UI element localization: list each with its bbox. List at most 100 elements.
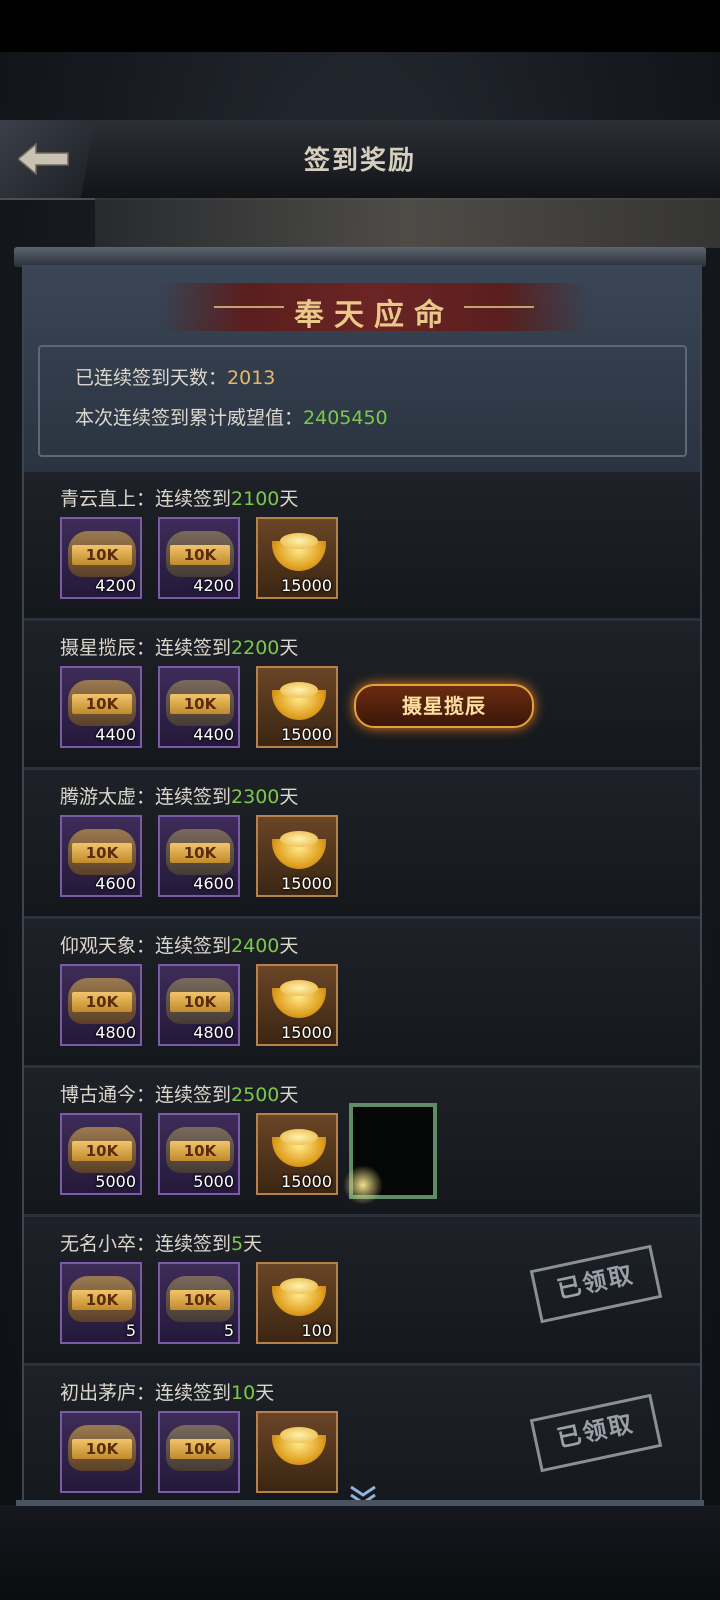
reward-item-bag[interactable]: 10K 4600 [158, 815, 240, 897]
item-tag: 10K [170, 545, 230, 565]
reward-item-ingot[interactable]: 15000 [256, 666, 338, 748]
reward-item-ingot[interactable] [256, 1411, 338, 1493]
reward-item-bag[interactable]: 10K 4400 [60, 666, 142, 748]
item-tag: 10K [170, 843, 230, 863]
reward-item-bag[interactable]: 10K 4800 [158, 964, 240, 1046]
item-quantity: 5 [223, 1321, 234, 1340]
item-tag: 10K [72, 1290, 132, 1310]
days-value: 2013 [227, 367, 276, 389]
ingot-top [280, 682, 318, 698]
reward-panel: 奉天应命 已连续签到天数：2013 本次连续签到累计威望值：2405450 青云… [22, 265, 702, 1505]
item-quantity: 5000 [95, 1172, 136, 1191]
item-quantity: 4200 [193, 576, 234, 595]
row-unit: 天 [279, 786, 299, 808]
ingot-top [280, 1427, 318, 1443]
reward-item-ingot[interactable]: 15000 [256, 964, 338, 1046]
reward-item-bag[interactable]: 10K [158, 1411, 240, 1493]
background-bottom [0, 1505, 720, 1600]
scroll-down-icon[interactable] [348, 1484, 378, 1512]
title-badge[interactable]: 摄星揽辰 [354, 684, 534, 728]
reward-item-bag[interactable]: 10K 5000 [60, 1113, 142, 1195]
row-days: 10 [231, 1382, 256, 1404]
row-title: 腾游太虚：连续签到2300天 [60, 782, 298, 809]
item-tag: 10K [170, 1290, 230, 1310]
reward-row: 摄星揽辰：连续签到2200天 10K 4400 10K 4400 15000 摄星揽… [24, 621, 700, 770]
row-unit: 天 [279, 488, 299, 510]
panel-top-frame [14, 247, 706, 267]
item-quantity: 4600 [95, 874, 136, 893]
item-quantity: 4800 [193, 1023, 234, 1042]
row-title: 摄星揽辰：连续签到2200天 [60, 633, 298, 660]
row-name: 青云直上 [60, 488, 137, 510]
row-unit: 天 [255, 1382, 275, 1404]
row-days: 2100 [231, 488, 280, 510]
prestige-label: 本次连续签到累计威望值： [75, 407, 304, 429]
row-name: 初出茅庐 [60, 1382, 137, 1404]
row-name: 无名小卒 [60, 1233, 137, 1255]
row-name: 博古通今 [60, 1084, 137, 1106]
row-days: 5 [231, 1233, 244, 1255]
item-quantity: 4400 [193, 725, 234, 744]
item-quantity: 4200 [95, 576, 136, 595]
item-tag: 10K [72, 843, 132, 863]
reward-item-bag[interactable]: 10K 4400 [158, 666, 240, 748]
claimed-stamp: 已领取 [529, 1244, 663, 1324]
row-days: 2300 [231, 786, 280, 808]
row-name: 腾游太虚 [60, 786, 137, 808]
row-days: 2200 [231, 637, 280, 659]
panel-bottom-frame [16, 1500, 704, 1506]
row-unit: 天 [279, 637, 299, 659]
row-title: 仰观天象：连续签到2400天 [60, 931, 298, 958]
item-quantity: 4400 [95, 725, 136, 744]
ingot-top [280, 1278, 318, 1294]
reward-row: 仰观天象：连续签到2400天 10K 4800 10K 4800 15000 [24, 919, 700, 1068]
row-title: 博古通今：连续签到2500天 [60, 1080, 298, 1107]
days-label: 已连续签到天数： [75, 367, 228, 389]
ingot-top [280, 831, 318, 847]
reward-item-bag[interactable]: 10K 5000 [158, 1113, 240, 1195]
row-label: ：连续签到 [136, 935, 232, 957]
item-quantity: 15000 [281, 1172, 332, 1191]
row-title: 初出茅庐：连续签到10天 [60, 1378, 274, 1405]
item-quantity: 5000 [193, 1172, 234, 1191]
reward-item-ingot[interactable]: 15000 [256, 815, 338, 897]
reward-item-bag[interactable]: 10K 4800 [60, 964, 142, 1046]
reward-row: 博古通今：连续签到2500天 10K 5000 10K 5000 15000 [24, 1068, 700, 1217]
item-tag: 10K [170, 1439, 230, 1459]
reward-item-ingot[interactable]: 15000 [256, 517, 338, 599]
row-label: ：连续签到 [136, 786, 232, 808]
row-label: ：连续签到 [136, 1382, 232, 1404]
prestige-value: 2405450 [303, 407, 388, 429]
avatar-frame-reward[interactable] [343, 1103, 437, 1205]
reward-item-ingot[interactable]: 100 [256, 1262, 338, 1344]
ingot-top [280, 533, 318, 549]
item-tag: 10K [72, 545, 132, 565]
row-label: ：连续签到 [136, 637, 232, 659]
reward-row: 腾游太虚：连续签到2300天 10K 4600 10K 4600 15000 [24, 770, 700, 919]
row-name: 摄星揽辰 [60, 637, 137, 659]
item-tag: 10K [72, 992, 132, 1012]
hall-scenery [95, 198, 720, 248]
row-unit: 天 [243, 1233, 263, 1255]
days-row: 已连续签到天数：2013 [75, 363, 275, 390]
row-days: 2400 [231, 935, 280, 957]
reward-item-bag[interactable]: 10K 4200 [158, 517, 240, 599]
title-banner: 奉天应命 [159, 283, 589, 333]
item-quantity: 4800 [95, 1023, 136, 1042]
reward-item-bag[interactable]: 10K 5 [158, 1262, 240, 1344]
row-days: 2500 [231, 1084, 280, 1106]
item-quantity: 15000 [281, 874, 332, 893]
item-tag: 10K [170, 992, 230, 1012]
item-tag: 10K [170, 1141, 230, 1161]
reward-item-bag[interactable]: 10K 4600 [60, 815, 142, 897]
reward-row: 青云直上：连续签到2100天 10K 4200 10K 4200 15000 [24, 472, 700, 621]
reward-item-ingot[interactable]: 15000 [256, 1113, 338, 1195]
reward-item-bag[interactable]: 10K 5 [60, 1262, 142, 1344]
ingot-top [280, 1129, 318, 1145]
item-quantity: 15000 [281, 576, 332, 595]
row-name: 仰观天象 [60, 935, 137, 957]
reward-item-bag[interactable]: 10K 4200 [60, 517, 142, 599]
banner-text: 奉天应命 [294, 298, 454, 333]
row-unit: 天 [279, 1084, 299, 1106]
reward-item-bag[interactable]: 10K [60, 1411, 142, 1493]
